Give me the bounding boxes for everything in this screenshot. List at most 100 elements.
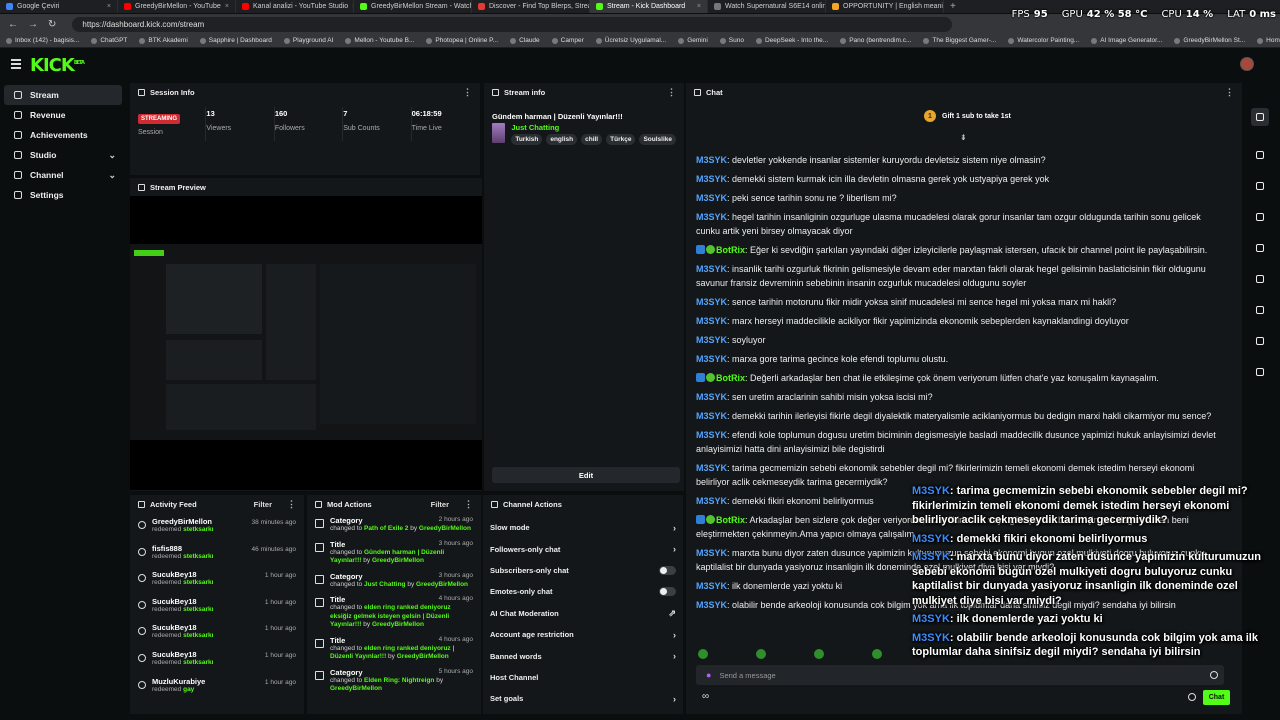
avatar[interactable] bbox=[1240, 57, 1254, 71]
url-input[interactable]: https://dashboard.kick.com/stream bbox=[72, 16, 953, 32]
chat-username[interactable]: BotRix bbox=[716, 373, 745, 383]
bookmark-item[interactable]: Claude bbox=[510, 37, 540, 44]
feed-username[interactable]: fisfis888 bbox=[152, 544, 213, 553]
bookmark-item[interactable]: The Biggest Gamer-... bbox=[923, 37, 996, 44]
bookmark-item[interactable]: Playground AI bbox=[283, 37, 333, 44]
edit-button[interactable]: Edit bbox=[492, 467, 680, 483]
menu-icon[interactable] bbox=[11, 59, 21, 71]
sidebar-item-settings[interactable]: Settings bbox=[4, 185, 122, 205]
chat-username[interactable]: M3SYK bbox=[696, 316, 727, 326]
mod-user[interactable]: GreedyBirMellon bbox=[419, 525, 471, 532]
browser-tab[interactable]: Stream - Kick Dashboard × bbox=[590, 0, 708, 13]
channel-action-host-channel[interactable]: Host Channel bbox=[483, 667, 683, 688]
emote-icon[interactable] bbox=[698, 649, 708, 659]
rail-button-6[interactable] bbox=[1251, 301, 1269, 319]
toggle-switch[interactable] bbox=[659, 565, 676, 575]
bookmark-item[interactable]: Camper bbox=[551, 37, 584, 44]
back-icon[interactable]: ← bbox=[8, 19, 18, 30]
filter-button[interactable]: Filter bbox=[431, 500, 449, 509]
chat-username[interactable]: M3SYK bbox=[696, 600, 727, 610]
bookmark-item[interactable]: AI Image Generator... bbox=[1091, 37, 1162, 44]
browser-tab[interactable]: Kanal analizi - YouTube Studio× bbox=[236, 0, 354, 13]
kick-logo[interactable]: KICKBETA bbox=[30, 55, 85, 76]
chat-username[interactable]: M3SYK bbox=[696, 212, 727, 222]
stream-preview-video[interactable] bbox=[130, 196, 482, 490]
chat-username[interactable]: M3SYK bbox=[696, 264, 727, 274]
toggle-switch[interactable] bbox=[659, 587, 676, 597]
channel-action-banned-words[interactable]: Banned words › bbox=[483, 645, 683, 666]
reload-icon[interactable]: ↻ bbox=[48, 19, 56, 30]
more-icon[interactable]: ⋮ bbox=[667, 87, 676, 98]
emote-icon[interactable] bbox=[814, 649, 824, 659]
rail-button-7[interactable] bbox=[1251, 332, 1269, 350]
rail-button-edit[interactable] bbox=[1251, 108, 1269, 126]
bookmark-item[interactable]: GreedyBirMellon St... bbox=[1174, 37, 1245, 44]
rail-button-2[interactable] bbox=[1251, 177, 1269, 195]
chat-username[interactable]: M3SYK bbox=[696, 354, 727, 364]
browser-tab[interactable]: GreedyBirMellon Stream - Watch× bbox=[354, 0, 472, 13]
chat-username[interactable]: M3SYK bbox=[696, 297, 727, 307]
channel-action-emotes-only-chat[interactable]: Emotes-only chat bbox=[483, 581, 683, 602]
bookmark-item[interactable]: Gemini bbox=[678, 37, 708, 44]
chat-username[interactable]: M3SYK bbox=[696, 463, 727, 473]
tag-chip[interactable]: chill bbox=[581, 134, 603, 145]
channel-action-set-goals[interactable]: Set goals › bbox=[483, 688, 683, 709]
gear-icon[interactable] bbox=[1188, 693, 1196, 701]
more-icon[interactable]: ⋮ bbox=[464, 499, 473, 510]
sidebar-item-revenue[interactable]: Revenue bbox=[4, 105, 122, 125]
feed-username[interactable]: GreedyBirMellon bbox=[152, 517, 213, 526]
browser-tab[interactable]: Watch Supernatural S6E14 online× bbox=[708, 0, 826, 13]
emote-icon[interactable] bbox=[872, 649, 882, 659]
tag-chip[interactable]: Türkçe bbox=[606, 134, 636, 145]
rail-button-3[interactable] bbox=[1251, 208, 1269, 226]
more-icon[interactable]: ⋮ bbox=[463, 87, 472, 98]
tag-chip[interactable]: english bbox=[546, 134, 578, 145]
bookmark-item[interactable]: Ücretsiz Uygulamal... bbox=[595, 37, 666, 44]
bookmark-item[interactable]: Watercolor Painting... bbox=[1008, 37, 1079, 44]
feed-username[interactable]: SucukBey18 bbox=[152, 570, 213, 579]
rail-button-1[interactable] bbox=[1251, 146, 1269, 164]
channel-action-slow-mode[interactable]: Slow mode › bbox=[483, 517, 683, 538]
new-tab-icon[interactable]: + bbox=[944, 1, 962, 12]
bookmark-item[interactable]: Sapphire | Dashboard bbox=[199, 37, 272, 44]
channel-action-account-age-restriction[interactable]: Account age restriction › bbox=[483, 624, 683, 645]
chat-username[interactable]: BotRix bbox=[716, 245, 745, 255]
channel-action-ai-chat-moderation[interactable]: AI Chat Moderation ⇗ bbox=[483, 603, 683, 624]
tag-chip[interactable]: Soulslike bbox=[639, 134, 676, 145]
browser-tab[interactable]: Google Çeviri × bbox=[0, 0, 118, 13]
feed-username[interactable]: SucukBey18 bbox=[152, 597, 213, 606]
chat-username[interactable]: M3SYK bbox=[696, 411, 727, 421]
rail-button-4[interactable] bbox=[1251, 239, 1269, 257]
chat-username[interactable]: M3SYK bbox=[696, 193, 727, 203]
forward-icon[interactable]: → bbox=[28, 19, 38, 30]
bookmark-item[interactable]: Inbox (142) - bagisis... bbox=[6, 37, 79, 44]
bookmark-item[interactable]: BTK Akademi bbox=[139, 37, 188, 44]
bookmark-item[interactable]: ChatGPT bbox=[91, 37, 127, 44]
browser-tab[interactable]: Discover - Find Top Blerps, Strea× bbox=[472, 0, 590, 13]
bookmark-item[interactable]: Photopea | Online P... bbox=[426, 37, 498, 44]
chat-username[interactable]: M3SYK bbox=[696, 155, 727, 165]
chat-input[interactable]: ● Send a message bbox=[696, 665, 1224, 685]
pin-icon[interactable]: ⇟ bbox=[960, 133, 967, 142]
tag-chip[interactable]: Turkish bbox=[511, 134, 543, 145]
more-icon[interactable]: ⋮ bbox=[1225, 87, 1234, 98]
chat-username[interactable]: M3SYK bbox=[696, 548, 727, 558]
sidebar-item-achievements[interactable]: Achievements bbox=[4, 125, 122, 145]
chat-username[interactable]: M3SYK bbox=[696, 335, 727, 345]
rail-button-5[interactable] bbox=[1251, 270, 1269, 288]
browser-tab[interactable]: OPPORTUNITY | English meaning× bbox=[826, 0, 944, 13]
filter-button[interactable]: Filter bbox=[254, 500, 272, 509]
channel-action-subscribers-only-chat[interactable]: Subscribers-only chat bbox=[483, 560, 683, 581]
chat-username[interactable]: BotRix bbox=[716, 515, 745, 525]
bookmark-item[interactable]: Mellon - Youtube B... bbox=[345, 37, 414, 44]
feed-username[interactable]: MuzluKurabiye bbox=[152, 677, 205, 686]
mod-user[interactable]: GreedyBirMellon bbox=[372, 621, 424, 628]
mod-user[interactable]: GreedyBirMellon bbox=[372, 557, 424, 564]
category-name[interactable]: Just Chatting bbox=[511, 123, 676, 132]
emoji-icon[interactable] bbox=[1210, 671, 1218, 679]
sidebar-item-studio[interactable]: Studio ⌄ bbox=[4, 145, 122, 165]
chat-username[interactable]: M3SYK bbox=[696, 496, 727, 506]
emote-icon[interactable] bbox=[756, 649, 766, 659]
more-icon[interactable]: ⋮ bbox=[287, 499, 296, 510]
chat-username[interactable]: M3SYK bbox=[696, 174, 727, 184]
